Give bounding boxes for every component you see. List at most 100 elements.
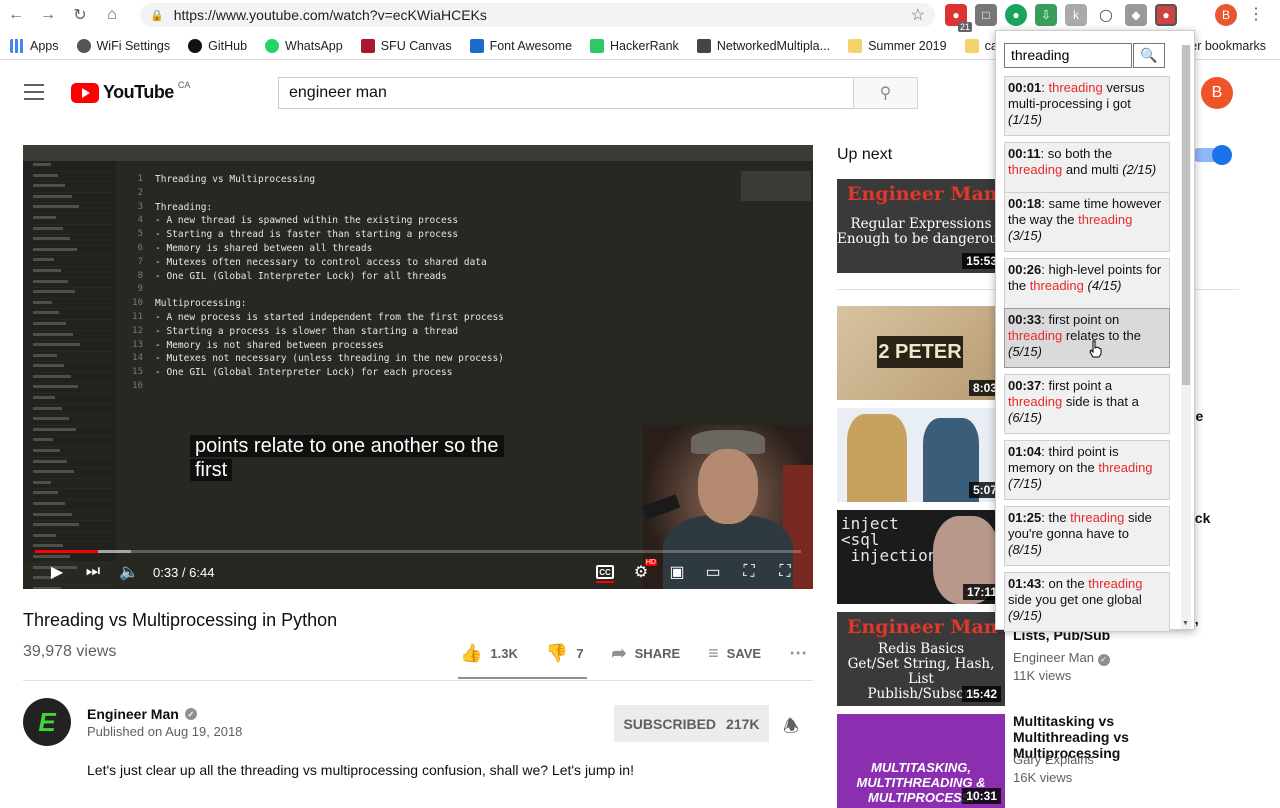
transcript-result[interactable]: 01:43: on the threading side you get one… <box>1004 572 1170 632</box>
extension-chat-icon[interactable]: □ <box>975 4 997 26</box>
code-line: - A new thread is spawned within the exi… <box>155 215 459 227</box>
menu-icon[interactable] <box>24 84 44 100</box>
code-line: Multiprocessing: <box>155 298 247 310</box>
bookmark-apps[interactable]: Apps <box>10 38 59 53</box>
file-tree-item <box>33 438 116 448</box>
popup-scrollbar[interactable]: ▼ <box>1181 45 1191 629</box>
search-input[interactable]: engineer man <box>278 77 854 109</box>
fullscreen-icon[interactable]: ⛶ <box>767 555 803 589</box>
extension-leaf-icon[interactable]: ● <box>1005 4 1027 26</box>
dislike-button[interactable]: 👎 7 <box>546 643 584 664</box>
video-caption: points relate to one another so the firs… <box>190 434 504 482</box>
extension-k-icon[interactable]: k <box>1065 4 1087 26</box>
forward-arrow-icon[interactable]: → <box>32 0 64 30</box>
video-thumbnail[interactable]: Engineer Man Regular Expressions Enough … <box>837 179 1005 273</box>
bookmark-whatsapp[interactable]: WhatsApp <box>265 38 343 53</box>
captions-button[interactable]: CC <box>587 555 623 589</box>
video-thumbnail[interactable]: inject <sql injection 17:11 <box>837 510 1005 604</box>
extension-abp-icon[interactable]: ● 21 <box>945 4 972 32</box>
browser-profile-avatar[interactable]: B <box>1215 4 1237 26</box>
transcript-result[interactable]: 00:33: first point on threading relates … <box>1004 308 1170 368</box>
result-timestamp: 01:04 <box>1008 444 1042 459</box>
save-button[interactable]: ≡ SAVE <box>708 643 761 664</box>
editor-titlebar <box>23 145 813 161</box>
more-actions-button[interactable]: ⋯ <box>789 643 807 664</box>
line-number: 9 <box>137 284 143 295</box>
transcript-result[interactable]: 01:25: the threading side you're gonna h… <box>1004 506 1170 566</box>
bookmark-star-icon[interactable]: ☆ <box>911 5 925 25</box>
video-player[interactable]: 1 2 3 4 5 6 7 8 9 10 11 12 13 14 15 16 Threading vs Mul… <box>23 145 813 589</box>
youtube-logo[interactable]: YouTube CA <box>71 80 190 103</box>
youtube-play-icon <box>71 82 99 103</box>
result-highlight: threading <box>1088 576 1143 591</box>
extension-transcript-search-icon[interactable]: ● <box>1155 4 1177 26</box>
document-icon <box>696 38 711 53</box>
code-line: - Mutexes not necessary (unless threadin… <box>155 353 504 365</box>
notification-bell-icon[interactable]: 🕭 <box>783 714 799 744</box>
result-index: (1/15) <box>1008 112 1042 127</box>
transcript-result[interactable]: 00:01: threading versus multi-processing… <box>1004 76 1170 136</box>
result-text: : first point a <box>1041 378 1113 393</box>
transcript-result[interactable]: 00:37: first point a threading side is t… <box>1004 374 1170 434</box>
subscribed-button[interactable]: SUBSCRIBED 217K <box>614 705 769 742</box>
extension-shield-icon[interactable]: ◆ <box>1125 4 1147 26</box>
code-line: Threading vs Multiprocessing <box>155 174 316 185</box>
bookmark-hackerrank[interactable]: HackerRank <box>590 38 679 53</box>
channel-name[interactable]: Engineer Man ✓ <box>87 706 197 722</box>
share-icon: ➦ <box>611 643 627 663</box>
up-next-heading: Up next <box>837 146 893 163</box>
autoplay-toggle[interactable] <box>1192 145 1232 165</box>
volume-icon[interactable]: 🔈 <box>111 555 147 589</box>
video-card-views: 16K views <box>1013 770 1073 785</box>
result-timestamp: 00:33 <box>1008 312 1042 327</box>
verified-check-icon: ✓ <box>184 708 197 720</box>
file-tree-item <box>33 194 116 204</box>
transcript-search-input[interactable]: threading <box>1004 43 1132 68</box>
bookmark-github[interactable]: GitHub <box>188 38 247 53</box>
other-bookmarks[interactable]: er bookmarks <box>1190 39 1266 53</box>
miniplayer-icon[interactable]: ▣ <box>659 555 695 589</box>
bookmark-wifi-settings[interactable]: WiFi Settings <box>76 38 170 53</box>
address-bar[interactable]: 🔒 https://www.youtube.com/watch?v=ecKWia… <box>140 3 935 27</box>
result-timestamp: 00:18 <box>1008 196 1042 211</box>
result-index: (7/15) <box>1008 476 1042 491</box>
video-thumbnail[interactable]: 5:07 <box>837 408 1005 502</box>
play-icon[interactable]: ▶ <box>39 555 75 589</box>
line-number: 1 <box>137 174 143 184</box>
transcript-search-button[interactable]: 🔍 <box>1133 43 1165 68</box>
editor-code: Threading vs Multiprocessing Threading: -… <box>155 173 504 394</box>
extension-inbox-icon[interactable]: ⇩ <box>1035 4 1057 26</box>
playlist-add-icon: ≡ <box>708 643 719 663</box>
reload-icon[interactable]: ↻ <box>64 0 96 30</box>
scroll-down-icon[interactable]: ▼ <box>1182 620 1189 627</box>
theater-mode-icon[interactable]: ▭ <box>695 555 731 589</box>
channel-avatar[interactable]: E <box>23 698 71 746</box>
next-icon[interactable]: ⏭ <box>75 555 111 589</box>
video-thumbnail[interactable]: 2 PETER 8:03 <box>837 306 1005 400</box>
back-arrow-icon[interactable]: ← <box>0 0 32 30</box>
result-text: : the <box>1041 510 1071 525</box>
like-button[interactable]: 👍 1.3K <box>460 643 518 664</box>
url-text[interactable]: https://www.youtube.com/watch?v=ecKWiaHC… <box>174 7 487 23</box>
settings-button[interactable]: ⚙ HD <box>623 555 659 589</box>
scrollbar-thumb[interactable] <box>1182 45 1190 385</box>
share-button[interactable]: ➦ SHARE <box>612 643 681 664</box>
video-thumbnail[interactable]: MULTITASKING, MULTITHREADING & MULTIPROC… <box>837 714 1005 808</box>
video-thumbnail[interactable]: Engineer Man Redis Basics Get/Set String… <box>837 612 1005 706</box>
transcript-result[interactable]: 00:18: same time however the way the thr… <box>1004 192 1170 252</box>
bookmark-summer-2019[interactable]: Summer 2019 <box>848 38 947 53</box>
search-button[interactable]: ⚲ <box>853 77 918 109</box>
home-icon[interactable]: ⌂ <box>96 0 128 30</box>
transcript-result[interactable]: 01:04: third point is memory on the thre… <box>1004 440 1170 500</box>
file-tree-item <box>33 343 116 352</box>
file-tree-item <box>33 237 116 246</box>
cast-icon[interactable]: ⛶ <box>731 555 767 589</box>
bookmark-networked[interactable]: NetworkedMultipla... <box>696 38 830 53</box>
bookmark-sfu-canvas[interactable]: SFU Canvas <box>360 38 452 53</box>
extension-glasses-icon[interactable]: ◯ <box>1095 4 1117 26</box>
browser-menu-icon[interactable]: ⋮ <box>1248 4 1264 24</box>
bookmark-font-awesome[interactable]: Font Awesome <box>469 38 572 53</box>
progress-bar[interactable] <box>35 550 801 553</box>
youtube-account-avatar[interactable]: B <box>1201 77 1233 109</box>
